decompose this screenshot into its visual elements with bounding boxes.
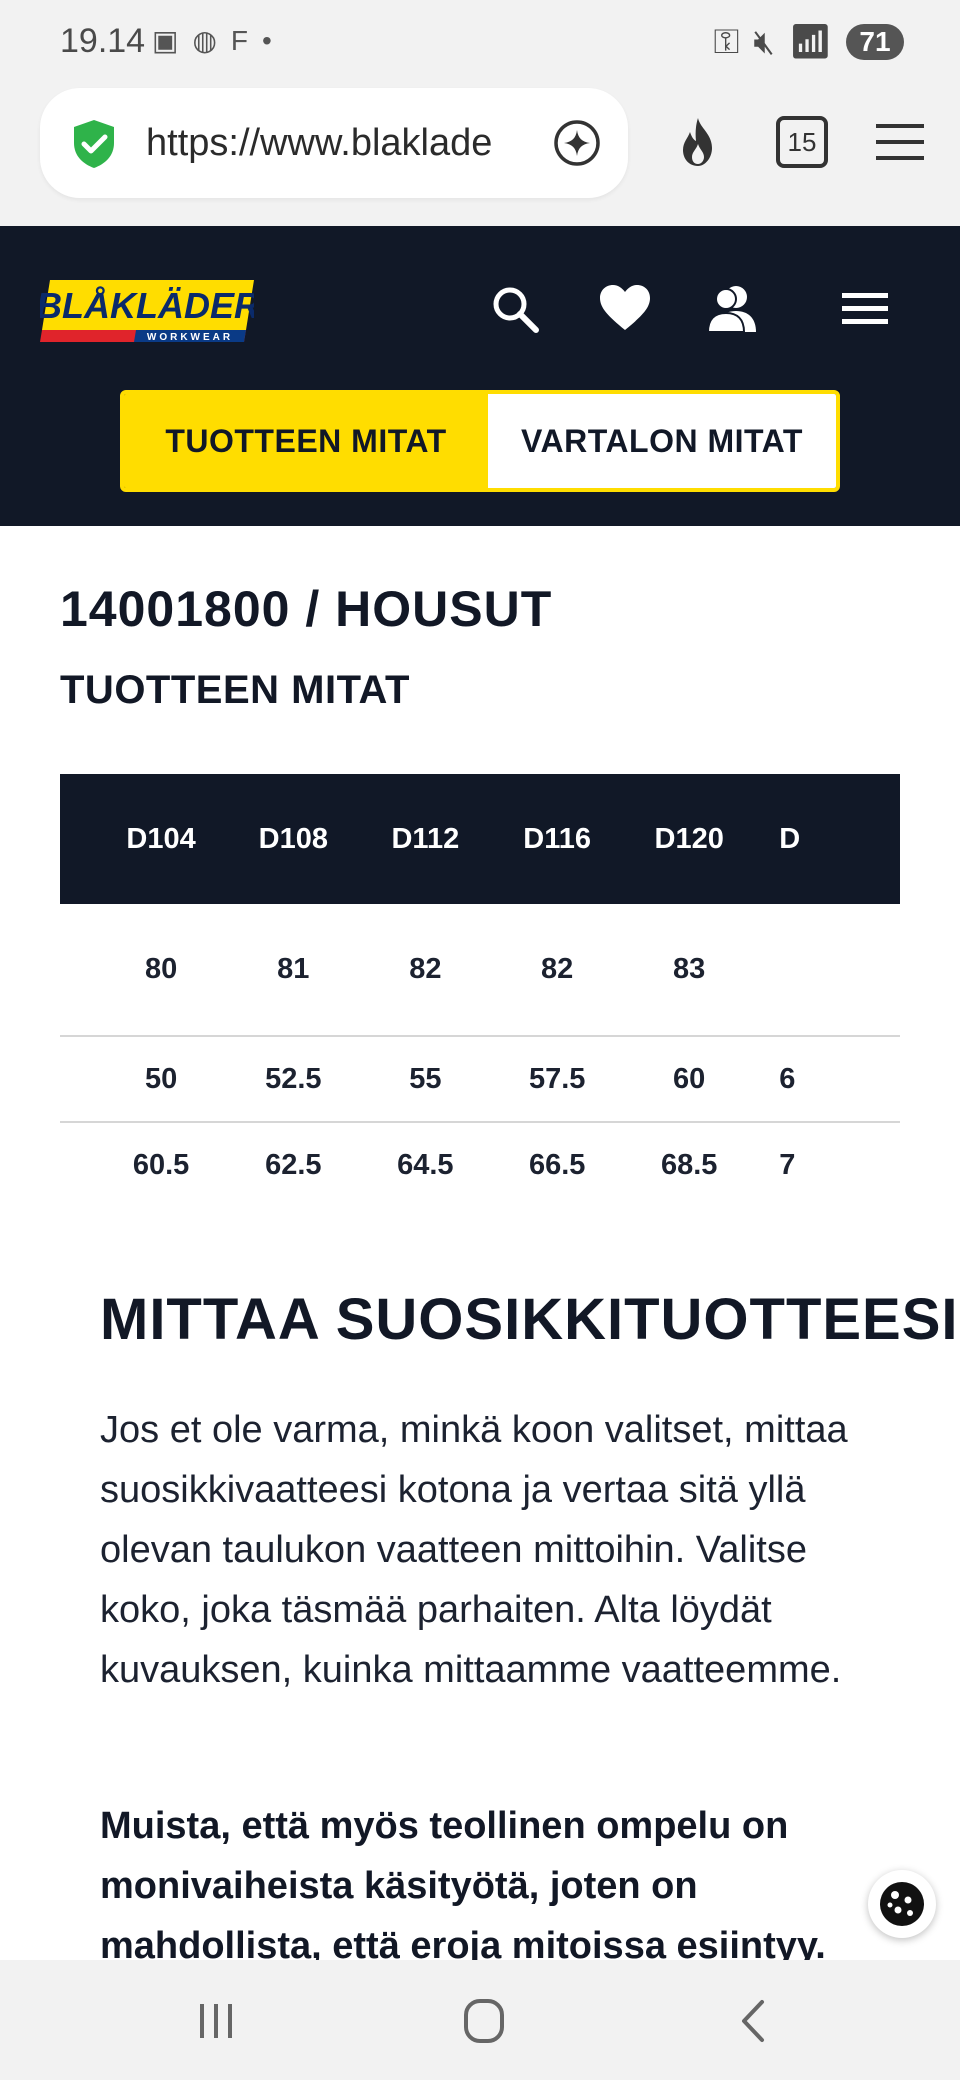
- screenshot-icon: ▣: [152, 25, 179, 56]
- table-cell: 50: [144, 1062, 178, 1095]
- status-system-icons: ⚿ 🔇︎ 📶︎ 71: [714, 22, 904, 62]
- flame-icon[interactable]: [670, 114, 726, 170]
- assistant-icon[interactable]: [552, 118, 602, 168]
- address-bar[interactable]: https://www.blaklade: [40, 88, 628, 198]
- table-cell: 80: [144, 953, 178, 985]
- status-notification-icons: ▣ ◍ F •: [152, 24, 272, 57]
- table-cell: 7: [779, 1149, 796, 1181]
- vpn-icon: ◍: [192, 25, 217, 56]
- table-cell: 68.5: [660, 1149, 718, 1181]
- browser-menu-icon[interactable]: [872, 114, 928, 170]
- table-cell: [60, 1122, 95, 1208]
- table-cell: 64.5: [397, 1149, 454, 1181]
- status-time: 19.14: [60, 22, 146, 60]
- tab-product-measurements[interactable]: TUOTTEEN MITAT: [124, 394, 488, 488]
- cookie-settings-button[interactable]: [868, 1870, 936, 1938]
- key-icon: ⚿: [713, 22, 740, 61]
- table-header: D108: [258, 822, 328, 855]
- table-cell: [60, 904, 95, 1036]
- account-icon[interactable]: [706, 282, 760, 336]
- logo-subtext: WORKWEAR: [147, 332, 233, 343]
- table-cell: 81: [277, 953, 310, 985]
- table-row: 80 81 82 82 83: [60, 904, 900, 1036]
- table-cell: 62.5: [265, 1149, 322, 1181]
- tabs-button[interactable]: 15: [776, 116, 828, 168]
- table-cell: 83: [673, 953, 706, 985]
- battery-indicator: 71: [846, 24, 904, 60]
- table-cell: [60, 1036, 95, 1122]
- table-cell: 82: [409, 953, 442, 985]
- mute-icon: 🔇︎: [753, 22, 775, 61]
- table-row: 60.5 62.5 64.5 66.5 68.5 7: [60, 1122, 900, 1208]
- measure-paragraph: Jos et ole varma, minkä koon valitset, m…: [100, 1409, 848, 1691]
- table-header: D116: [523, 822, 592, 855]
- table-header-spacer: [60, 774, 95, 904]
- section-subtitle: TUOTTEEN MITAT: [60, 668, 410, 712]
- notification-f-label: F: [230, 24, 249, 56]
- blaklader-logo[interactable]: BLÅKLÄDER WORKWEAR: [40, 278, 254, 344]
- size-table-container[interactable]: D104 D108 D112 D116 D120 D 80 81 82 82 8…: [60, 774, 900, 1214]
- table-cell: 82: [541, 953, 574, 985]
- table-cell: 55: [409, 1062, 442, 1095]
- table-header: D: [779, 822, 801, 855]
- system-navigation-bar: [0, 1960, 960, 2080]
- tab-body-measurements[interactable]: VARTALON MITAT: [488, 394, 836, 488]
- table-row: 50 52.5 55 57.5 60 6: [60, 1036, 900, 1122]
- cookie-icon: [880, 1882, 924, 1926]
- table-cell: 52.5: [265, 1062, 322, 1095]
- table-header: D112: [391, 822, 460, 855]
- browser-toolbar: https://www.blaklade 15: [0, 84, 960, 226]
- home-icon[interactable]: [454, 1996, 514, 2046]
- status-bar: 19.14 ▣ ◍ F • ⚿ 🔇︎ 📶︎ 71: [0, 0, 960, 84]
- product-title: 14001800 / HOUSUT: [60, 581, 553, 637]
- table-cell: 6: [779, 1062, 796, 1095]
- table-cell: 66.5: [528, 1149, 586, 1181]
- table-cell: [755, 904, 900, 1036]
- table-cell: 57.5: [528, 1062, 586, 1095]
- table-header: D104: [126, 822, 196, 855]
- back-icon[interactable]: [724, 1996, 784, 2046]
- bold-paragraph-clip: Muista, että myös teollinen ompelu on mo…: [0, 1780, 960, 1960]
- table-header-row: D104 D108 D112 D116 D120 D: [60, 774, 900, 904]
- logo-text: BLÅKLÄDER: [40, 285, 254, 326]
- table-header: D120: [654, 822, 724, 855]
- search-icon[interactable]: [488, 282, 542, 336]
- table-cell: 60: [673, 1062, 706, 1095]
- site-header: BLÅKLÄDER WORKWEAR TUOTTEEN MITAT VARTAL…: [0, 226, 960, 526]
- site-menu-icon[interactable]: [838, 282, 892, 336]
- secure-shield-icon[interactable]: [68, 118, 120, 170]
- dot-icon: •: [262, 24, 272, 56]
- wifi-icon: 📶︎: [788, 23, 832, 61]
- measure-heading: MITTAA SUOSIKKITUOTTEESI: [100, 1287, 959, 1352]
- recent-apps-icon[interactable]: [186, 1996, 246, 2046]
- measurement-toggle: TUOTTEEN MITAT VARTALON MITAT: [120, 390, 840, 492]
- size-table: D104 D108 D112 D116 D120 D 80 81 82 82 8…: [60, 774, 900, 1208]
- heart-icon[interactable]: [598, 282, 652, 336]
- url-text[interactable]: https://www.blaklade: [146, 122, 566, 165]
- measure-note-bold: Muista, että myös teollinen ompelu on mo…: [100, 1805, 826, 1960]
- table-cell: 60.5: [132, 1149, 190, 1181]
